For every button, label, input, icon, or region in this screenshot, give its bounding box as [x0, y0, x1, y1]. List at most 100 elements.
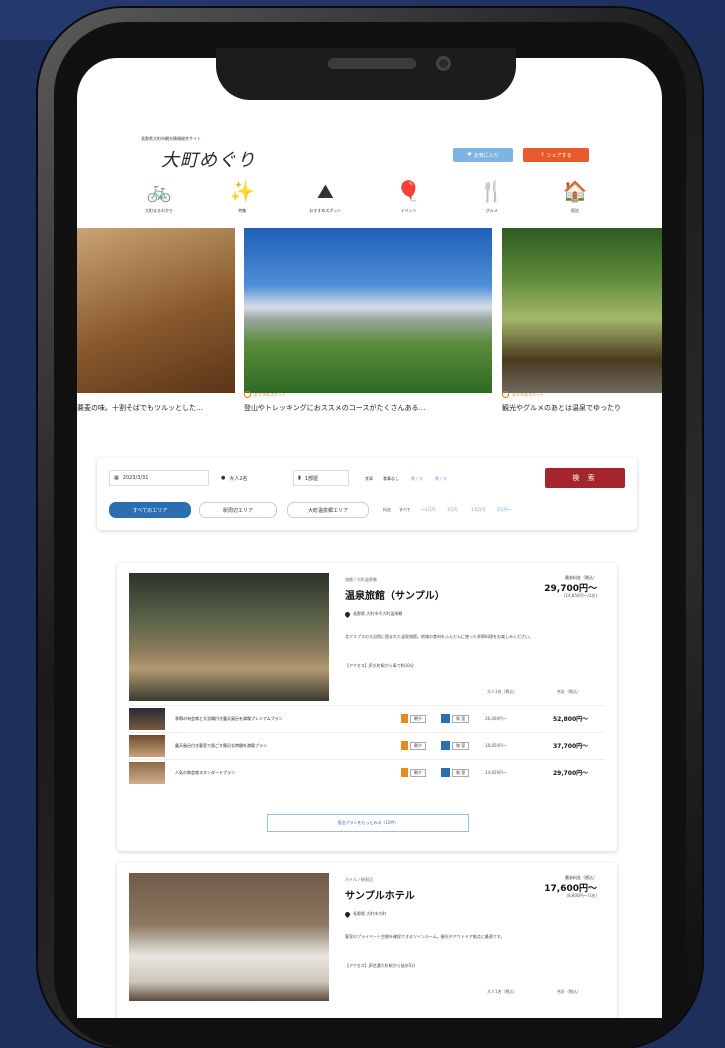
plan-name[interactable]: 露天風呂付き客室で過ごす贅沢な時間を満喫プラン [175, 743, 375, 749]
plan-header-total: 合計（税込） [557, 689, 581, 694]
pin-icon [502, 391, 509, 398]
listing-title[interactable]: 温泉旅館（サンプル） [345, 587, 445, 602]
price-option[interactable]: すべて [399, 507, 411, 513]
listing-description: 北アルプスの大自然に囲まれた温泉旅館。地域の食材をふんだんに使った季節料理をお楽… [345, 634, 533, 639]
listing-address: 長野県 大町市平大町温泉郷 [343, 610, 402, 618]
room-badge: 和 室 [441, 741, 470, 750]
site-logo[interactable]: 大町めぐり [161, 146, 256, 172]
listing-price-per-person: (8,800円～/1名) [566, 893, 597, 898]
plan-row[interactable]: 露天風呂付き客室で過ごす贅沢な時間を満喫プラン 朝夕 和 室 18,850円～ … [129, 732, 605, 759]
area-tab-onsen[interactable]: 大町温泉郷エリア [287, 502, 369, 518]
favorite-button[interactable]: ♥ お気に入り [453, 148, 513, 162]
plan-price-total: 37,700円～ [553, 743, 589, 750]
pin-icon [244, 391, 251, 398]
slide-tag: おすすめスポット [502, 391, 544, 398]
more-plans-button[interactable]: 宿泊プランをもっとみる（10件） [267, 814, 469, 832]
meal-badge: 朝夕 [401, 714, 426, 723]
plan-thumbnail [129, 735, 165, 757]
area-tab-station[interactable]: 駅周辺エリア [199, 502, 277, 518]
room-icon [441, 768, 450, 777]
room-icon [441, 714, 450, 723]
date-field[interactable]: ▦ 2023/3/31 [109, 470, 209, 486]
calendar-icon: ▦ [114, 475, 119, 481]
plan-row[interactable]: 季節の旬会席と大浴場付き露天風呂を満喫プレミアムプラン 朝夕 和 室 26,40… [129, 705, 605, 732]
rooms-field[interactable]: ▮ 1部屋 [293, 470, 349, 486]
slide-tag: おすすめスポット [244, 391, 286, 398]
site-tagline: 長野県大町市観光情報総合サイト [141, 136, 201, 141]
hero-carousel [77, 228, 662, 393]
meal-badge: 朝夕 [401, 768, 426, 777]
nav-item-spots[interactable]: ⛰ おすすめスポット [293, 178, 357, 224]
plan-header-total: 合計（税込） [557, 989, 581, 994]
slide-soba-image[interactable] [77, 228, 235, 393]
heart-icon: ♥ [467, 152, 472, 158]
share-label: シェアする [546, 152, 572, 159]
plan-thumbnail [129, 708, 165, 730]
plan-name[interactable]: 季節の旬会席と大浴場付き露天風呂を満喫プレミアムプラン [175, 716, 375, 722]
nav-item-gourmet[interactable]: 🍴 グルメ [460, 178, 524, 224]
cutlery-icon: 🍴 [479, 179, 505, 203]
slide-caption[interactable]: 観光やグルメのあとは温泉でゆったり [502, 403, 662, 413]
meal-badge: 朝夕 [401, 741, 426, 750]
price-option[interactable]: 2万円～ [497, 507, 512, 513]
share-button[interactable]: ⇪ シェアする [523, 148, 589, 162]
main-nav: 🚲 大町まるわかり ✨ 特集 ⛰ おすすめスポット 🎈 イベント 🍴 グルメ 🏠 宿泊 [127, 178, 607, 224]
price-option[interactable]: 1万円 [447, 507, 458, 513]
plan-name[interactable]: 人気の和会席スタンダードプラン [175, 770, 375, 776]
house-icon: 🏠 [562, 179, 588, 203]
listing-category: 旅館 / 大町温泉郷 [345, 577, 377, 582]
nav-item-events[interactable]: 🎈 イベント [377, 178, 441, 224]
balloon-icon: 🎈 [396, 179, 422, 203]
room-icon: ▮ [298, 475, 301, 481]
people-field[interactable]: ● 大人2名 [217, 470, 287, 486]
nav-item-feature[interactable]: ✨ 特集 [210, 178, 274, 224]
slide-mountain-image[interactable] [244, 228, 492, 393]
listing-address: 長野県 大町市大町 [343, 910, 386, 918]
slide-caption[interactable]: 登山やトレッキングにおススメのコースがたくさんある… [244, 403, 492, 413]
room-icon [441, 741, 450, 750]
slide-caption[interactable]: 蕎麦の味。十割そばでもツルッとした… [77, 403, 235, 413]
listing-card[interactable]: ホテル / 駅周辺 サンプルホテル 最安料金（税込） 17,600円～ (8,8… [117, 863, 617, 1018]
plan-row[interactable]: 人気の和会席スタンダードプラン 朝夕 和 室 14,850円～ 29,700円～ [129, 759, 605, 786]
room-badge: 和 室 [441, 714, 470, 723]
price-option[interactable]: 1.5万円 [471, 507, 485, 513]
plan-header-per-person: 大人1名（税込） [487, 689, 518, 694]
room-badge: 和 室 [441, 768, 470, 777]
nav-item-overview[interactable]: 🚲 大町まるわかり [127, 178, 191, 224]
map-pin-icon [343, 610, 352, 618]
listing-image[interactable] [129, 573, 329, 701]
share-icon: ⇪ [540, 152, 545, 158]
meal-label: 食事 [365, 476, 373, 481]
listing-price-per-person: (14,850円～/1名) [563, 593, 597, 598]
price-option[interactable]: ～1万円 [421, 507, 436, 513]
search-panel: ▦ 2023/3/31 ● 大人2名 ▮ 1部屋 食事 食事なし 朝 / 夕 朝 / … [97, 458, 637, 530]
sparkle-icon: ✨ [229, 179, 255, 203]
plan-thumbnail [129, 762, 165, 784]
slide-onsen-image[interactable] [502, 228, 662, 393]
meal-option[interactable]: 食事なし [383, 476, 399, 482]
listing-image[interactable] [129, 873, 329, 1001]
meal-icon [401, 714, 408, 723]
plan-price-total: 52,800円～ [553, 716, 589, 723]
area-tab-all[interactable]: すべてのエリア [109, 502, 191, 518]
listing-card[interactable]: 旅館 / 大町温泉郷 温泉旅館（サンプル） 最安料金（税込） 29,700円～ … [117, 563, 617, 851]
plan-price-per-person: 18,850円～ [485, 743, 507, 748]
listing-title[interactable]: サンプルホテル [345, 887, 415, 902]
favorite-label: お気に入り [473, 152, 499, 159]
phone-screen: 長野県大町市観光情報総合サイト 大町めぐり ♥ お気に入り ⇪ シェアする 🚲 大町ま… [77, 58, 662, 1018]
speaker-grille [328, 58, 416, 69]
listing-description: 客室のプライベート空間を確保できるツインルーム。観光やアウトドア拠点に最適です。 [345, 934, 505, 939]
listing-access: 【アクセス】JR大町駅から車で約10分 [345, 663, 414, 668]
meal-option[interactable]: 朝 / 夕 [411, 476, 423, 482]
plan-price-per-person: 26,400円～ [485, 716, 507, 721]
nav-item-stay[interactable]: 🏠 宿泊 [543, 178, 607, 224]
map-pin-icon [343, 910, 352, 918]
listing-category: ホテル / 駅周辺 [345, 877, 373, 882]
bicycle-icon: 🚲 [146, 179, 172, 203]
mountain-icon: ⛰ [316, 179, 334, 203]
person-icon: ● [221, 475, 226, 481]
plan-price-total: 29,700円～ [553, 770, 589, 777]
meal-icon [401, 741, 408, 750]
meal-option[interactable]: 朝 / 夕 [435, 476, 447, 482]
search-button[interactable]: 検 索 [545, 468, 625, 488]
